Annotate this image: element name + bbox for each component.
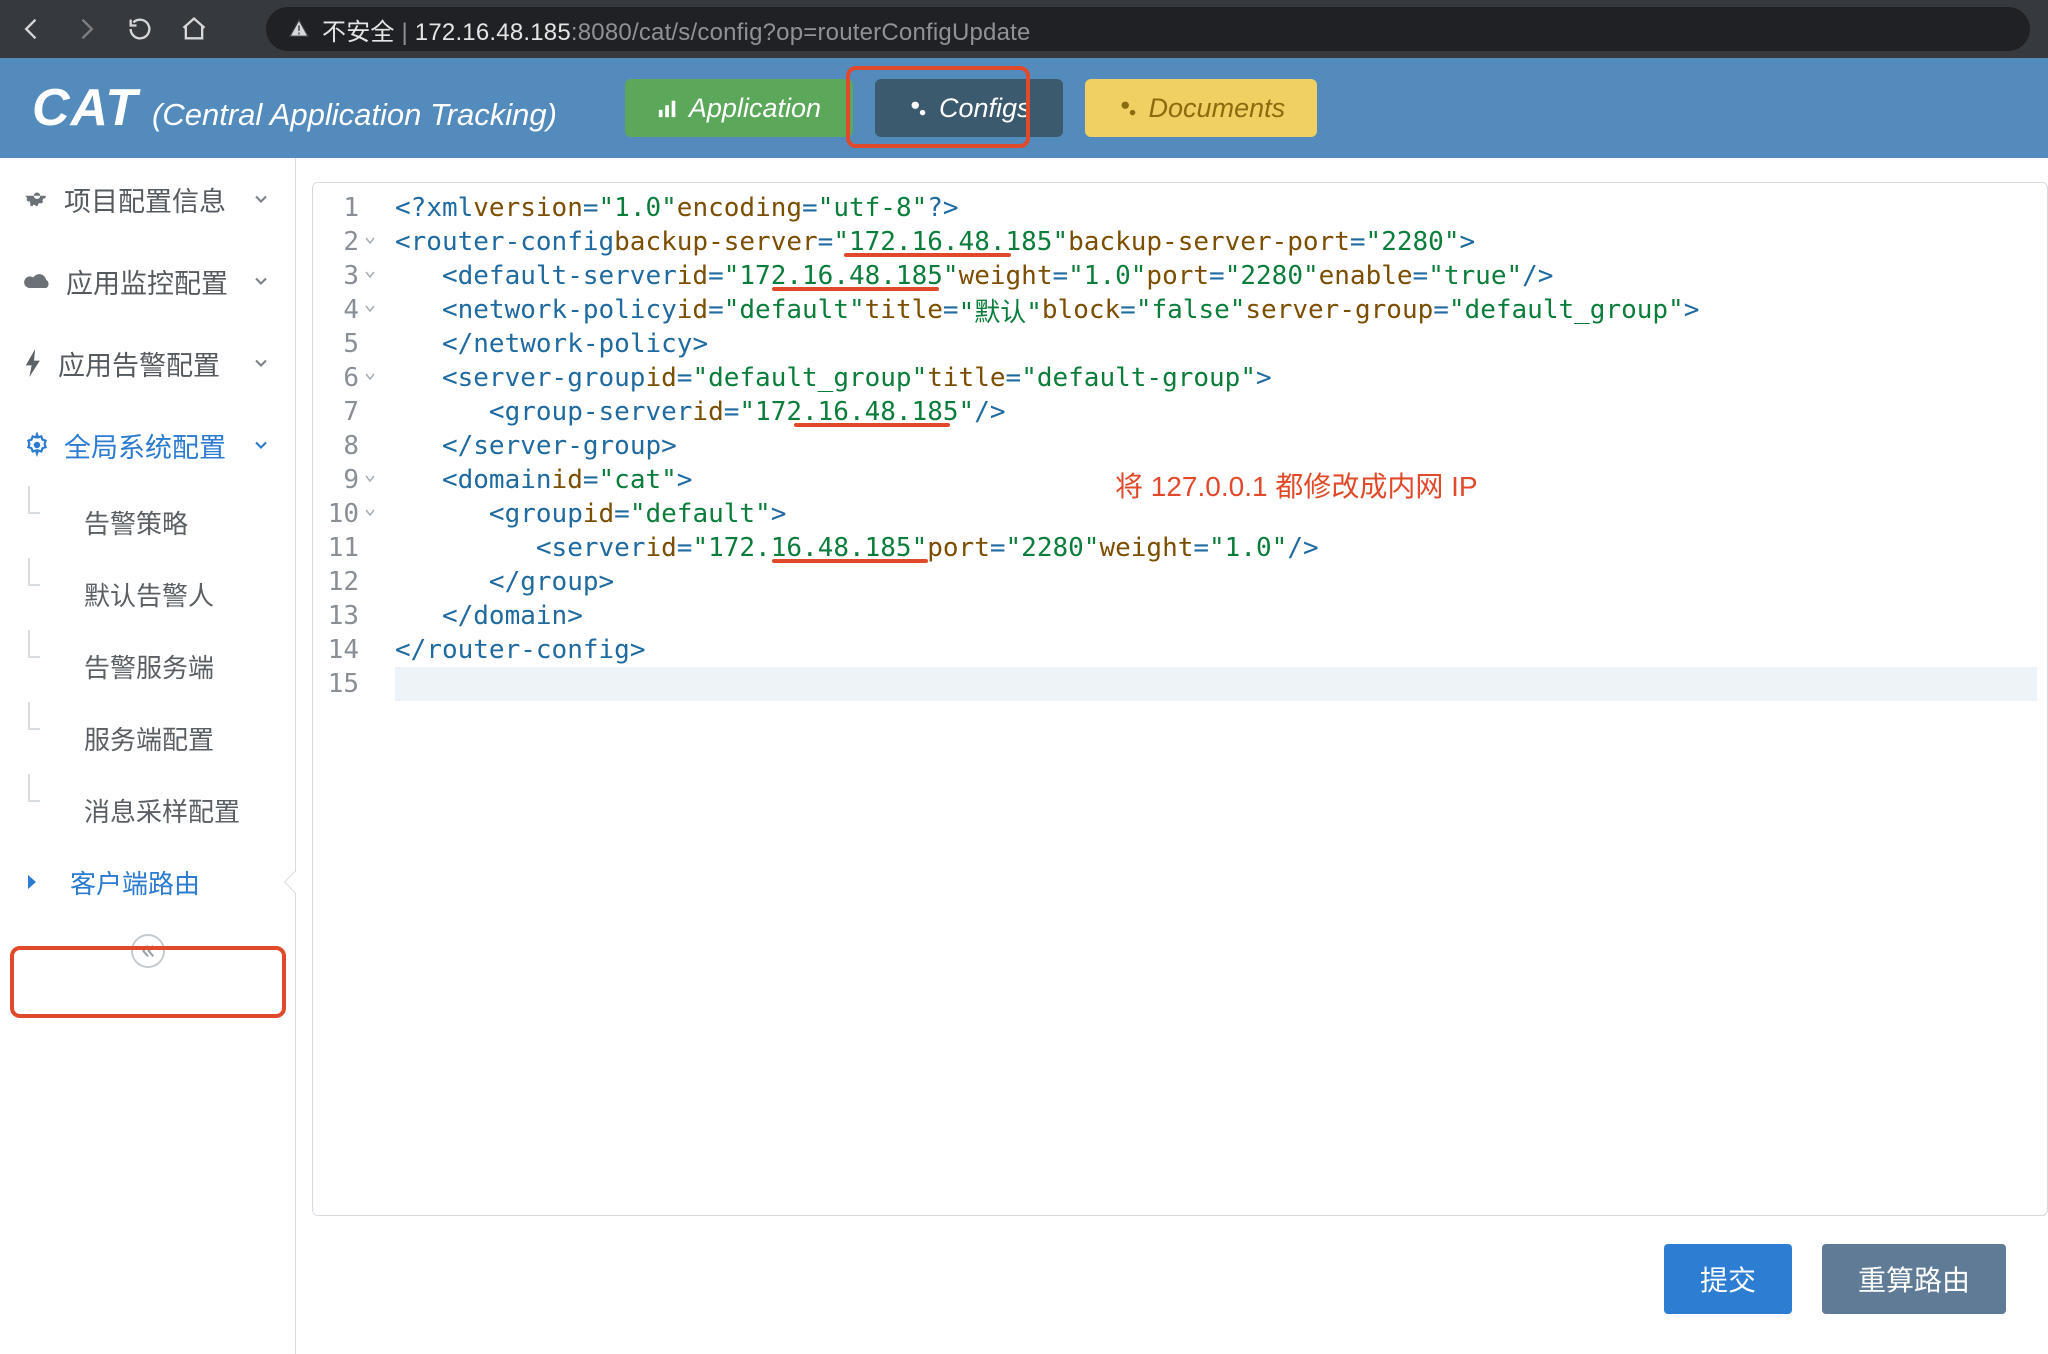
annotation-underline — [844, 253, 1011, 257]
tab-documents-label: Documents — [1149, 93, 1286, 124]
recalc-route-button[interactable]: 重算路由 — [1822, 1244, 2006, 1314]
app-logo[interactable]: CAT (Central Application Tracking) — [32, 78, 557, 138]
editor-gutter: 123456789101112131415 — [313, 183, 385, 1215]
sidebar-group-global-config[interactable]: 全局系统配置 — [0, 404, 295, 486]
annotation-text: 将 127.0.0.1 都修改成内网 IP — [1115, 465, 1478, 505]
chevron-down-icon — [251, 271, 271, 291]
sidebar-item-label: 服务端配置 — [84, 720, 214, 757]
bolt-icon — [24, 349, 44, 377]
chevron-down-icon — [251, 435, 271, 455]
tab-configs-label: Configs — [939, 93, 1031, 124]
sidebar-item-label: 告警服务端 — [84, 648, 214, 685]
annotation-underline — [794, 423, 950, 427]
sidebar-group-label: 项目配置信息 — [64, 180, 226, 219]
caret-right-icon — [28, 875, 36, 889]
gears-icon — [907, 97, 929, 119]
tab-configs[interactable]: Configs — [875, 79, 1063, 137]
chevron-down-icon — [251, 353, 271, 373]
gear-icon — [24, 432, 50, 458]
logo-subtitle: (Central Application Tracking) — [152, 97, 557, 133]
main-panel: 123456789101112131415 <?xml version="1.0… — [296, 158, 2048, 1354]
action-button-row: 提交 重算路由 — [312, 1216, 2048, 1330]
sidebar-item-label: 消息采样配置 — [84, 792, 240, 829]
url-path: /cat/s/config?op=routerConfigUpdate — [632, 19, 1031, 46]
app-header: CAT (Central Application Tracking) Appli… — [0, 58, 2048, 158]
tab-application-label: Application — [689, 93, 821, 124]
xml-editor[interactable]: 123456789101112131415 <?xml version="1.0… — [312, 182, 2048, 1216]
annotation-underline — [772, 287, 939, 291]
insecure-warning-icon — [288, 18, 310, 40]
tab-application[interactable]: Application — [625, 79, 853, 137]
url-host: 172.16.48.185 — [415, 19, 571, 46]
sidebar: 项目配置信息 应用监控配置 应用告警配置 全局系统配置 告警策略 默认告警人 告… — [0, 158, 296, 1354]
chevron-down-icon — [251, 189, 271, 209]
submit-button-label: 提交 — [1700, 1259, 1756, 1299]
gear-icon — [24, 186, 50, 212]
chevrons-left-icon — [140, 943, 156, 959]
gears-icon — [1117, 97, 1139, 119]
sidebar-item-sample-config[interactable]: 消息采样配置 — [0, 774, 295, 846]
sidebar-group-project-config[interactable]: 项目配置信息 — [0, 158, 295, 240]
tab-documents[interactable]: Documents — [1085, 79, 1318, 137]
address-bar[interactable]: 不安全 | 172.16.48.185:8080/cat/s/config?op… — [266, 7, 2030, 51]
sidebar-item-default-alarmer[interactable]: 默认告警人 — [0, 558, 295, 630]
submit-button[interactable]: 提交 — [1664, 1244, 1792, 1314]
sidebar-item-label: 默认告警人 — [84, 576, 214, 613]
sidebar-group-monitor-config[interactable]: 应用监控配置 — [0, 240, 295, 322]
back-icon[interactable] — [18, 15, 46, 43]
sidebar-collapse-button[interactable] — [131, 934, 165, 968]
insecure-label: 不安全 — [322, 19, 395, 46]
url-port: :8080 — [571, 19, 632, 46]
chart-bar-icon — [657, 97, 679, 119]
annotation-underline — [772, 559, 928, 563]
sidebar-item-server-config[interactable]: 服务端配置 — [0, 702, 295, 774]
sidebar-group-alert-config[interactable]: 应用告警配置 — [0, 322, 295, 404]
sidebar-item-client-router[interactable]: 客户端路由 — [0, 846, 295, 918]
recalc-button-label: 重算路由 — [1858, 1259, 1970, 1299]
cloud-icon — [24, 271, 52, 291]
sidebar-item-alert-policy[interactable]: 告警策略 — [0, 486, 295, 558]
sidebar-group-label: 应用告警配置 — [58, 344, 220, 383]
sidebar-item-alert-server[interactable]: 告警服务端 — [0, 630, 295, 702]
reload-icon[interactable] — [126, 15, 154, 43]
forward-icon[interactable] — [72, 15, 100, 43]
sidebar-group-label: 应用监控配置 — [66, 262, 228, 301]
active-indicator-icon — [285, 870, 297, 894]
home-icon[interactable] — [180, 15, 208, 43]
logo-text: CAT — [32, 78, 138, 138]
sidebar-group-label: 全局系统配置 — [64, 426, 226, 465]
editor-code-area[interactable]: <?xml version="1.0" encoding="utf-8"?><r… — [385, 183, 2047, 1215]
sidebar-item-label: 客户端路由 — [70, 864, 200, 901]
sidebar-item-label: 告警策略 — [84, 504, 188, 541]
browser-toolbar: 不安全 | 172.16.48.185:8080/cat/s/config?op… — [0, 0, 2048, 58]
